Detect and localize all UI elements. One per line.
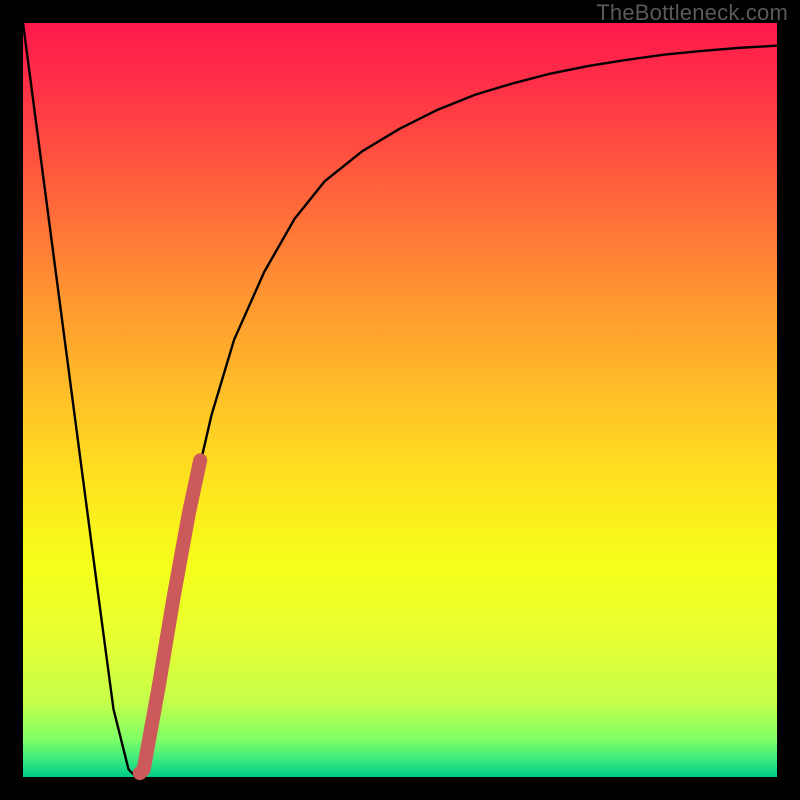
highlight-segment-path xyxy=(140,460,200,773)
chart-svg xyxy=(23,23,777,777)
chart-frame: TheBottleneck.com xyxy=(0,0,800,800)
bottleneck-curve-path xyxy=(23,23,777,777)
